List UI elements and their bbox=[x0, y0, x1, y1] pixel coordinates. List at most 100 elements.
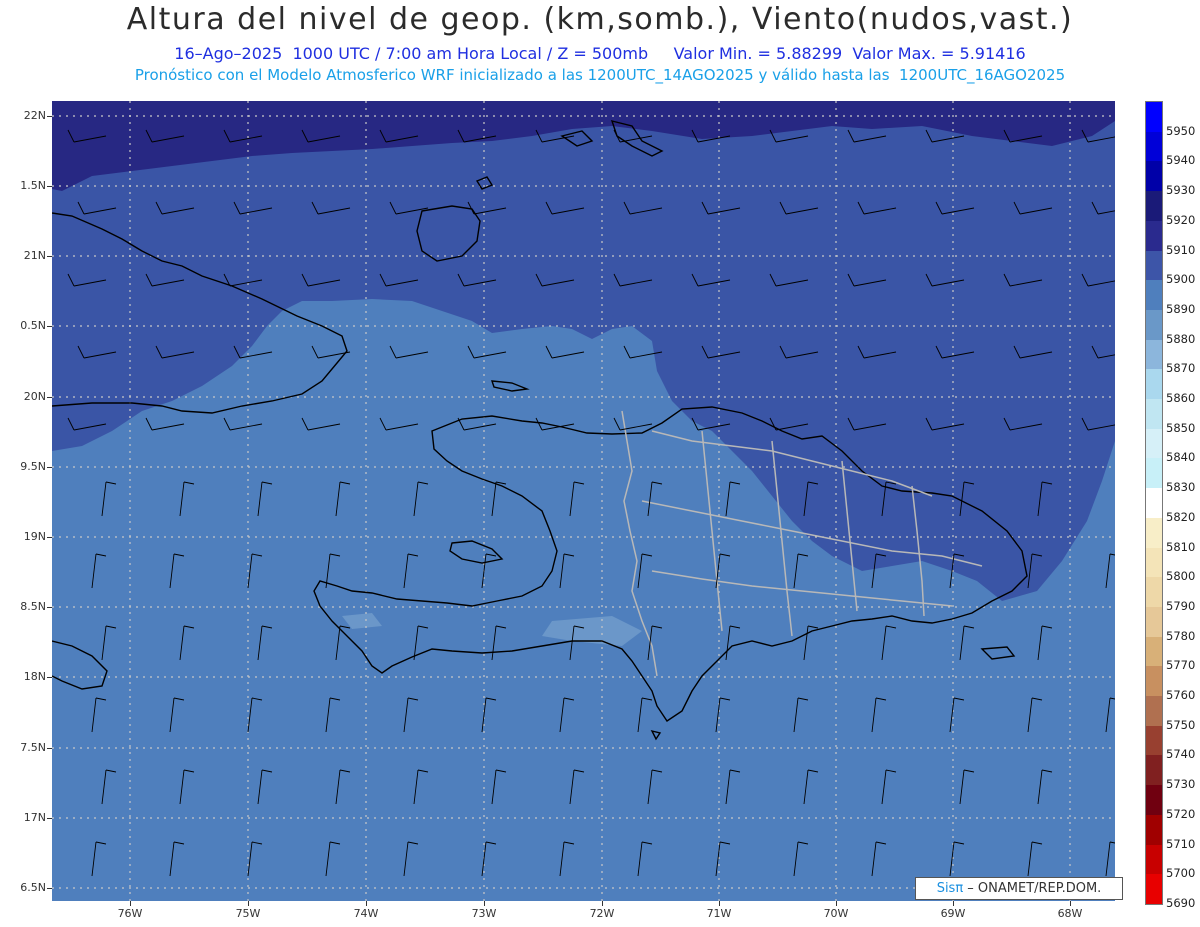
lat-tick-mark bbox=[47, 116, 52, 117]
lat-tick-label: 0.5N bbox=[20, 319, 46, 332]
colorbar-cell bbox=[1146, 428, 1162, 459]
lon-tick-label: 71W bbox=[706, 907, 732, 920]
colorbar-label: 5940 bbox=[1166, 153, 1196, 168]
lat-tick-label: 21N bbox=[23, 249, 46, 262]
lat-tick-mark bbox=[47, 818, 52, 819]
colorbar-label: 5690 bbox=[1166, 896, 1196, 910]
lat-tick-mark bbox=[47, 397, 52, 398]
colorbar-label: 5810 bbox=[1166, 539, 1196, 554]
lat-tick-label: 6.5N bbox=[20, 881, 46, 894]
colorbar-cell bbox=[1146, 844, 1162, 875]
colorbar-label: 5920 bbox=[1166, 212, 1196, 227]
colorbar-cell bbox=[1146, 874, 1162, 905]
colorbar-label: 5840 bbox=[1166, 450, 1196, 465]
map-panel[interactable] bbox=[52, 101, 1115, 901]
colorbar-cell bbox=[1146, 280, 1162, 311]
colorbar-cell bbox=[1146, 577, 1162, 608]
colorbar-cell bbox=[1146, 488, 1162, 519]
colorbar-label: 5950 bbox=[1166, 123, 1196, 138]
lon-tick-label: 74W bbox=[353, 907, 379, 920]
lat-tick-label: 8.5N bbox=[20, 600, 46, 613]
colorbar-cell bbox=[1146, 696, 1162, 727]
map-canvas bbox=[52, 101, 1115, 901]
colorbar-label: 5800 bbox=[1166, 569, 1196, 584]
colorbar-label: 5720 bbox=[1166, 806, 1196, 821]
lat-tick-label: 22N bbox=[23, 109, 46, 122]
colorbar-label: 5710 bbox=[1166, 836, 1196, 851]
forecast-time-line: 16–Ago–2025 1000 UTC / 7:00 am Hora Loca… bbox=[174, 44, 1026, 63]
colorbar-label: 5730 bbox=[1166, 777, 1196, 792]
model-info-line: Pronóstico con el Modelo Atmosferico WRF… bbox=[134, 66, 1066, 84]
colorbar-label: 5860 bbox=[1166, 391, 1196, 406]
colorbar-cell bbox=[1146, 161, 1162, 192]
colorbar-cell bbox=[1146, 606, 1162, 638]
lat-tick-mark bbox=[47, 326, 52, 327]
colorbar-cell bbox=[1146, 636, 1162, 667]
colorbar-cell bbox=[1146, 399, 1162, 430]
colorbar-cell bbox=[1146, 369, 1162, 400]
lon-tick-mark bbox=[836, 901, 837, 906]
lat-tick-mark bbox=[47, 607, 52, 608]
colorbar-cell bbox=[1146, 755, 1162, 786]
lat-tick-mark bbox=[47, 467, 52, 468]
colorbar bbox=[1145, 101, 1163, 905]
colorbar-cell bbox=[1146, 458, 1162, 489]
lat-tick-mark bbox=[47, 186, 52, 187]
lon-tick-label: 72W bbox=[589, 907, 615, 920]
lat-tick-label: 18N bbox=[23, 670, 46, 683]
lat-tick-label: 20N bbox=[23, 390, 46, 403]
colorbar-label: 5700 bbox=[1166, 866, 1196, 881]
colorbar-cell bbox=[1146, 250, 1162, 281]
colorbar-label: 5820 bbox=[1166, 509, 1196, 524]
map-title: Altura del nivel de geop. (km,somb.), Vi… bbox=[126, 2, 1074, 37]
lon-tick-mark bbox=[602, 901, 603, 906]
colorbar-cell bbox=[1146, 547, 1162, 578]
lat-tick-mark bbox=[47, 748, 52, 749]
colorbar-label: 5790 bbox=[1166, 598, 1196, 613]
colorbar-cell bbox=[1146, 309, 1162, 341]
lon-tick-label: 68W bbox=[1057, 907, 1083, 920]
lat-tick-mark bbox=[47, 888, 52, 889]
colorbar-cell bbox=[1146, 220, 1162, 252]
colorbar-cell bbox=[1146, 666, 1162, 697]
colorbar-label: 5930 bbox=[1166, 183, 1196, 198]
colorbar-cell bbox=[1146, 191, 1162, 222]
credit-box: Sisπ – ONAMET/REP.DOM. bbox=[915, 877, 1123, 900]
colorbar-cell bbox=[1146, 339, 1162, 370]
colorbar-label: 5900 bbox=[1166, 272, 1196, 287]
colorbar-cell bbox=[1146, 131, 1162, 162]
credit-brand: Sisπ bbox=[936, 881, 964, 896]
lon-tick-mark bbox=[248, 901, 249, 906]
lon-tick-mark bbox=[953, 901, 954, 906]
colorbar-label: 5850 bbox=[1166, 420, 1196, 435]
colorbar-label: 5880 bbox=[1166, 331, 1196, 346]
lon-tick-mark bbox=[719, 901, 720, 906]
lat-tick-label: 19N bbox=[23, 530, 46, 543]
colorbar-cell bbox=[1146, 725, 1162, 756]
colorbar-cell bbox=[1146, 785, 1162, 816]
lon-tick-label: 73W bbox=[471, 907, 497, 920]
colorbar-label: 5830 bbox=[1166, 480, 1196, 495]
lon-tick-label: 76W bbox=[117, 907, 143, 920]
colorbar-label: 5760 bbox=[1166, 688, 1196, 703]
lon-tick-mark bbox=[1070, 901, 1071, 906]
lat-tick-label: 17N bbox=[23, 811, 46, 824]
colorbar-cell bbox=[1146, 102, 1162, 133]
lon-tick-label: 70W bbox=[823, 907, 849, 920]
lat-tick-mark bbox=[47, 537, 52, 538]
colorbar-label: 5910 bbox=[1166, 242, 1196, 257]
lon-tick-label: 69W bbox=[940, 907, 966, 920]
colorbar-label: 5870 bbox=[1166, 361, 1196, 376]
lon-tick-label: 75W bbox=[235, 907, 261, 920]
lat-tick-label: 9.5N bbox=[20, 460, 46, 473]
colorbar-cell bbox=[1146, 814, 1162, 846]
colorbar-label: 5890 bbox=[1166, 301, 1196, 316]
lat-tick-mark bbox=[47, 677, 52, 678]
colorbar-cell bbox=[1146, 517, 1162, 549]
credit-text: – ONAMET/REP.DOM. bbox=[963, 881, 1102, 896]
colorbar-label: 5740 bbox=[1166, 747, 1196, 762]
colorbar-label: 5780 bbox=[1166, 628, 1196, 643]
colorbar-label: 5750 bbox=[1166, 717, 1196, 732]
lon-tick-mark bbox=[130, 901, 131, 906]
lat-tick-label: 1.5N bbox=[20, 179, 46, 192]
